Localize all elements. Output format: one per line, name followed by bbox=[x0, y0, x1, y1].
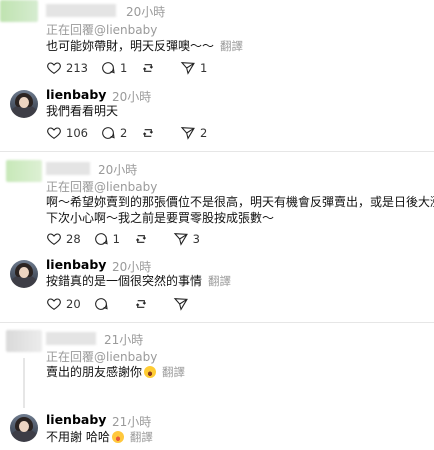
username[interactable]: lienbaby bbox=[46, 87, 106, 102]
reply-to-label[interactable]: 正在回覆@lienbaby bbox=[46, 348, 157, 365]
comment-text-line: 不用謝 哈哈 bbox=[46, 430, 110, 444]
like-button[interactable]: 106 bbox=[46, 125, 88, 141]
heart-icon bbox=[47, 298, 61, 310]
action-bar: 20 bbox=[46, 296, 213, 312]
comment-button[interactable]: 2 bbox=[100, 125, 128, 141]
avatar[interactable] bbox=[10, 90, 38, 118]
send-icon bbox=[180, 62, 195, 75]
comment-text-line: 賣出的朋友感謝你 bbox=[46, 365, 143, 379]
share-button[interactable]: 1 bbox=[180, 60, 208, 76]
thread-line bbox=[23, 358, 25, 408]
repost-button[interactable] bbox=[140, 60, 168, 76]
repost-icon bbox=[135, 235, 146, 243]
avatar-blurred[interactable] bbox=[6, 160, 42, 182]
share-button[interactable]: 3 bbox=[173, 231, 201, 247]
comment-text: 我們看看明天 bbox=[46, 103, 118, 119]
like-button[interactable]: 213 bbox=[46, 60, 88, 76]
username[interactable]: lienbaby bbox=[46, 412, 106, 427]
comment-count: 1 bbox=[112, 232, 120, 246]
like-count: 20 bbox=[66, 297, 81, 311]
comment-text-line: 下次小心啊～我之前是要買零股按成張數～ bbox=[46, 211, 275, 225]
reply-to-label[interactable]: 正在回覆@lienbaby bbox=[46, 178, 157, 195]
grinning-emoji-icon bbox=[144, 366, 157, 378]
comment-bubble-icon bbox=[94, 233, 108, 245]
avatar[interactable] bbox=[10, 260, 38, 288]
repost-button[interactable] bbox=[140, 125, 168, 141]
action-bar: 213 1 1 bbox=[46, 60, 220, 76]
like-button[interactable]: 20 bbox=[46, 296, 81, 312]
share-count: 2 bbox=[199, 126, 208, 140]
like-count: 106 bbox=[66, 126, 88, 140]
username[interactable]: lienbaby bbox=[46, 257, 106, 272]
comment-text: 賣出的朋友感謝你 翻譯 bbox=[46, 364, 185, 380]
share-button[interactable]: 2 bbox=[180, 125, 208, 141]
avatar[interactable] bbox=[10, 414, 38, 442]
repost-icon bbox=[142, 64, 153, 72]
comment-time: 20小時 bbox=[98, 163, 138, 177]
heart-icon bbox=[47, 62, 61, 74]
comment-button[interactable]: 1 bbox=[100, 60, 128, 76]
repost-icon bbox=[135, 300, 146, 308]
comment-text-line: 我們看看明天 bbox=[46, 104, 119, 118]
comment-bubble-icon bbox=[102, 62, 115, 74]
repost-button[interactable] bbox=[133, 296, 161, 312]
comment-time: 21小時 bbox=[104, 333, 144, 347]
avatar-blurred[interactable] bbox=[0, 0, 38, 22]
heart-icon bbox=[47, 233, 61, 245]
comment-text: 也可能妳帶財，明天反彈噢～～ 翻譯 bbox=[46, 38, 243, 54]
comment-bubble-icon bbox=[102, 127, 115, 139]
comment-time: 21小時 bbox=[112, 415, 152, 429]
divider bbox=[0, 322, 434, 323]
username-blurred[interactable] bbox=[46, 162, 90, 175]
send-icon bbox=[180, 127, 195, 140]
translate-link[interactable]: 翻譯 bbox=[208, 274, 231, 288]
repost-icon bbox=[142, 129, 153, 137]
translate-link[interactable]: 翻譯 bbox=[162, 365, 185, 379]
comment-count: 1 bbox=[119, 61, 128, 75]
username-blurred[interactable] bbox=[46, 332, 96, 345]
share-button[interactable] bbox=[173, 296, 201, 312]
comment-count: 2 bbox=[119, 126, 128, 140]
send-icon bbox=[173, 298, 188, 311]
action-bar: 28 1 3 bbox=[46, 231, 213, 247]
comment-button[interactable]: 1 bbox=[93, 231, 121, 247]
reply-to-label[interactable]: 正在回覆@lienbaby bbox=[46, 21, 157, 38]
share-count: 3 bbox=[192, 232, 200, 246]
comment-text: 不用謝 哈哈 翻譯 bbox=[46, 429, 153, 445]
comment-text-line: 也可能妳帶財，明天反彈噢～～ bbox=[46, 39, 215, 53]
translate-link[interactable]: 翻譯 bbox=[220, 39, 243, 53]
comment-bubble-icon bbox=[94, 298, 108, 310]
comment-button[interactable] bbox=[93, 296, 121, 312]
translate-link[interactable]: 翻譯 bbox=[130, 430, 153, 444]
action-bar: 106 2 2 bbox=[46, 125, 220, 141]
comment-time: 20小時 bbox=[126, 5, 166, 19]
share-count: 1 bbox=[199, 61, 208, 75]
comment-text: 啊～希望妳賣到的那張價位不是很高，明天有機會反彈賣出，或是日後大漲。 下次小心啊… bbox=[46, 194, 434, 226]
comment-text: 按錯真的是一個很突然的事情 翻譯 bbox=[46, 273, 231, 289]
like-count: 213 bbox=[66, 61, 88, 75]
laughing-emoji-icon bbox=[111, 431, 124, 443]
like-button[interactable]: 28 bbox=[46, 231, 81, 247]
like-count: 28 bbox=[66, 232, 81, 246]
username-blurred[interactable] bbox=[46, 4, 116, 17]
heart-icon bbox=[47, 127, 61, 139]
comment-text-line: 按錯真的是一個很突然的事情 bbox=[46, 274, 203, 288]
comment-text-line: 啊～希望妳賣到的那張價位不是很高，明天有機會反彈賣出，或是日後大漲。 bbox=[46, 195, 434, 209]
send-icon bbox=[173, 233, 188, 246]
avatar-blurred[interactable] bbox=[6, 330, 42, 352]
divider bbox=[0, 151, 434, 152]
repost-button[interactable] bbox=[133, 231, 161, 247]
